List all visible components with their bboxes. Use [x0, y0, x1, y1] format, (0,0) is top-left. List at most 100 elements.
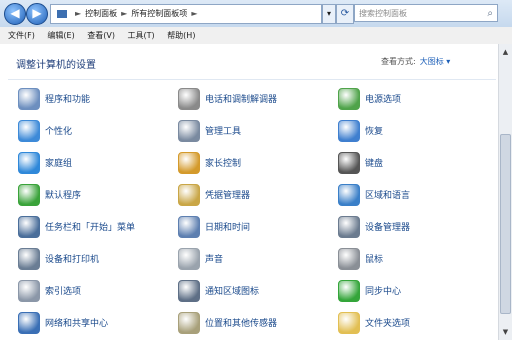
phone-modem-icon [178, 88, 200, 110]
control-panel-item-label: 程序和功能 [45, 95, 91, 105]
personalization-icon [18, 120, 40, 142]
control-panel-item-label: 任务栏和「开始」菜单 [45, 223, 136, 233]
taskbar-icon [18, 216, 40, 238]
control-panel-item[interactable]: 任务栏和「开始」菜单 [18, 215, 168, 238]
control-panel-item-label: 区域和语言 [365, 191, 411, 201]
control-panel-item[interactable]: 家庭组 [18, 151, 168, 174]
control-panel-item-label: 电话和调制解调器 [205, 95, 278, 105]
menu-view[interactable]: 查看(V) [87, 31, 115, 40]
divider [8, 79, 496, 80]
search-placeholder: 搜索控制面板 [359, 9, 407, 18]
control-panel-item[interactable]: 通知区域图标 [178, 279, 328, 302]
control-panel-item[interactable]: 区域和语言 [338, 183, 488, 206]
homegroup-icon [18, 152, 40, 174]
view-by-label: 查看方式: [381, 57, 416, 66]
control-panel-item-label: 位置和其他传感器 [205, 319, 278, 329]
control-panel-item[interactable]: 程序和功能 [18, 87, 168, 110]
breadcrumb-separator: ► [75, 9, 82, 18]
control-panel-item[interactable]: 文件夹选项 [338, 311, 488, 334]
control-panel-item-label: 个性化 [45, 127, 73, 137]
control-panel-item[interactable]: 声音 [178, 247, 328, 270]
location-sensors-icon [178, 312, 200, 334]
breadcrumb-control-panel[interactable]: 控制面板 [85, 9, 117, 18]
sound-icon [178, 248, 200, 270]
menu-help[interactable]: 帮助(H) [167, 31, 195, 40]
scroll-up-arrow-icon[interactable]: ▲ [500, 46, 511, 58]
scrollbar-thumb[interactable] [500, 134, 511, 314]
menu-edit[interactable]: 编辑(E) [47, 31, 74, 40]
breadcrumb-all-items[interactable]: 所有控制面板项 [131, 9, 187, 18]
mouse-icon [338, 248, 360, 270]
control-panel-item[interactable]: 默认程序 [18, 183, 168, 206]
forward-button[interactable]: ▶ [26, 3, 48, 25]
scrollbar[interactable]: ▲ ▼ [498, 44, 512, 340]
control-panel-item[interactable]: 同步中心 [338, 279, 488, 302]
recovery-icon [338, 120, 360, 142]
content-area: 调整计算机的设置 查看方式: 大图标 ▾ 程序和功能 电话和调制解调器 电源选项个性化… [0, 44, 498, 340]
menu-tools[interactable]: 工具(T) [128, 31, 155, 40]
programs-icon [18, 88, 40, 110]
view-by-dropdown[interactable]: 大图标 ▾ [420, 57, 451, 66]
control-panel-item[interactable]: 凭据管理器 [178, 183, 328, 206]
search-icon[interactable]: ⌕ [487, 5, 493, 23]
control-panel-item-label: 声音 [205, 255, 224, 265]
scroll-down-arrow-icon[interactable]: ▼ [500, 326, 511, 338]
notification-area-icon [178, 280, 200, 302]
control-panel-item-label: 设备和打印机 [45, 255, 100, 265]
title-bar: ◀ ▶ ► 控制面板 ► 所有控制面板项 ► ▾ ⟳ 搜索控制面板 ⌕ [0, 0, 512, 28]
admin-tools-icon [178, 120, 200, 142]
keyboard-icon [338, 152, 360, 174]
control-panel-item[interactable]: 日期和时间 [178, 215, 328, 238]
credential-manager-icon [178, 184, 200, 206]
control-panel-item-label: 通知区域图标 [205, 287, 260, 297]
menu-bar: 文件(F) 编辑(E) 查看(V) 工具(T) 帮助(H) [0, 27, 512, 45]
control-panel-item[interactable]: 设备和打印机 [18, 247, 168, 270]
network-sharing-icon [18, 312, 40, 334]
control-panel-item-label: 默认程序 [45, 191, 82, 201]
control-panel-item[interactable]: 设备管理器 [338, 215, 488, 238]
control-panel-item[interactable]: 个性化 [18, 119, 168, 142]
search-input[interactable]: 搜索控制面板 ⌕ [354, 4, 498, 22]
control-panel-item-label: 家长控制 [205, 159, 242, 169]
control-panel-item-label: 索引选项 [45, 287, 82, 297]
default-programs-icon [18, 184, 40, 206]
indexing-icon [18, 280, 40, 302]
menu-file[interactable]: 文件(F) [8, 31, 35, 40]
breadcrumb-separator: ► [191, 9, 198, 18]
control-panel-item-label: 恢复 [365, 127, 384, 137]
breadcrumb-separator: ► [121, 9, 128, 18]
control-panel-item-label: 同步中心 [365, 287, 402, 297]
control-panel-item-label: 凭据管理器 [205, 191, 251, 201]
control-panel-item-label: 键盘 [365, 159, 384, 169]
devices-printers-icon [18, 248, 40, 270]
control-panel-item-label: 鼠标 [365, 255, 384, 265]
date-time-icon [178, 216, 200, 238]
control-panel-item[interactable]: 索引选项 [18, 279, 168, 302]
control-panel-item[interactable]: 家长控制 [178, 151, 328, 174]
control-panel-item-label: 日期和时间 [205, 223, 251, 233]
control-panel-item[interactable]: 键盘 [338, 151, 488, 174]
control-panel-item[interactable]: 鼠标 [338, 247, 488, 270]
parental-controls-icon [178, 152, 200, 174]
view-by: 查看方式: 大图标 ▾ [381, 56, 450, 67]
control-panel-item-label: 管理工具 [205, 127, 242, 137]
region-language-icon [338, 184, 360, 206]
control-panel-item-label: 设备管理器 [365, 223, 411, 233]
back-button[interactable]: ◀ [4, 3, 26, 25]
control-panel-item[interactable]: 管理工具 [178, 119, 328, 142]
control-panel-item[interactable]: 网络和共享中心 [18, 311, 168, 334]
sync-center-icon [338, 280, 360, 302]
control-panel-item[interactable]: 电源选项 [338, 87, 488, 110]
power-options-icon [338, 88, 360, 110]
page-title: 调整计算机的设置 [16, 60, 96, 71]
address-dropdown-button[interactable]: ▾ [322, 4, 336, 24]
control-panel-item-label: 网络和共享中心 [45, 319, 109, 329]
control-panel-item[interactable]: 恢复 [338, 119, 488, 142]
control-panel-item[interactable]: 电话和调制解调器 [178, 87, 328, 110]
folder-options-icon [338, 312, 360, 334]
device-manager-icon [338, 216, 360, 238]
refresh-button[interactable]: ⟳ [336, 4, 354, 24]
control-panel-item[interactable]: 位置和其他传感器 [178, 311, 328, 334]
address-bar[interactable]: ► 控制面板 ► 所有控制面板项 ► [50, 4, 322, 24]
control-panel-icon [57, 9, 67, 18]
